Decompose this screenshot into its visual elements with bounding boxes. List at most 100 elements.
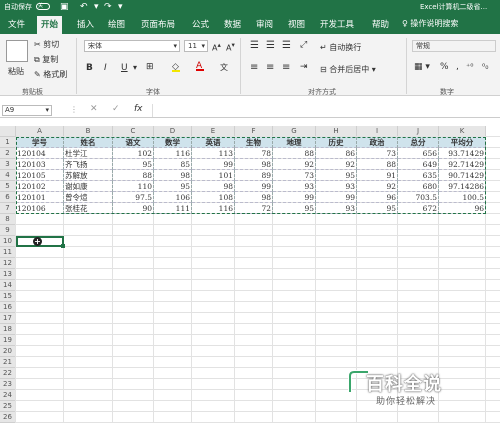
table-cell[interactable]: 92	[357, 181, 398, 192]
table-cell[interactable]: 97.14286	[439, 181, 486, 192]
row-header-23[interactable]: 23	[0, 379, 16, 390]
table-header-cell[interactable]: 政治	[357, 137, 398, 148]
table-header-cell[interactable]: 生物	[235, 137, 273, 148]
table-cell[interactable]: 108	[192, 192, 235, 203]
formula-input[interactable]	[152, 104, 498, 117]
align-bottom-icon[interactable]: ☰	[282, 40, 291, 51]
underline-button[interactable]: U	[121, 63, 128, 73]
table-cell[interactable]: 72	[235, 203, 273, 214]
tab-formulas[interactable]: 公式	[192, 18, 209, 30]
row-header-22[interactable]: 22	[0, 368, 16, 379]
row-header-11[interactable]: 11	[0, 247, 16, 258]
underline-dropdown-icon[interactable]: ▾	[133, 63, 137, 72]
row-header-5[interactable]: 5	[0, 181, 16, 192]
table-cell[interactable]: 120106	[16, 203, 64, 214]
table-cell[interactable]: 102	[113, 148, 154, 159]
copy-button[interactable]: ⧉ 复制	[34, 54, 58, 65]
row-header-15[interactable]: 15	[0, 291, 16, 302]
autosave-toggle[interactable]: 关	[36, 3, 50, 10]
cut-button[interactable]: ✂ 剪切	[34, 39, 59, 50]
number-format-select[interactable]: 常规	[412, 40, 496, 52]
decrease-font-button[interactable]: A▾	[226, 41, 235, 53]
table-cell[interactable]: 93.71429	[439, 148, 486, 159]
tab-data[interactable]: 数据	[224, 18, 241, 30]
table-header-cell[interactable]: 平均分	[439, 137, 486, 148]
tab-view[interactable]: 视图	[288, 18, 305, 30]
table-cell[interactable]: 95	[316, 170, 357, 181]
decrease-decimal-icon[interactable]: ⁰₀	[482, 62, 488, 71]
row-header-7[interactable]: 7	[0, 203, 16, 214]
table-cell[interactable]: 680	[398, 181, 439, 192]
font-color-icon[interactable]: A	[196, 61, 204, 71]
table-cell[interactable]: 97.5	[113, 192, 154, 203]
merge-center-button[interactable]: ⊟ 合并后居中 ▾	[320, 64, 376, 75]
row-header-24[interactable]: 24	[0, 390, 16, 401]
row-header-20[interactable]: 20	[0, 346, 16, 357]
table-cell[interactable]: 98	[192, 181, 235, 192]
increase-decimal-icon[interactable]: ⁺⁰	[466, 62, 473, 71]
table-cell[interactable]: 99	[316, 192, 357, 203]
table-cell[interactable]: 98	[235, 159, 273, 170]
row-header-25[interactable]: 25	[0, 401, 16, 412]
enter-icon[interactable]: ✓	[112, 104, 120, 114]
table-cell[interactable]: 120105	[16, 170, 64, 181]
row-header-6[interactable]: 6	[0, 192, 16, 203]
paste-button[interactable]: 粘贴	[8, 66, 24, 77]
table-cell[interactable]: 杜学江	[64, 148, 113, 159]
align-middle-icon[interactable]: ☰	[266, 40, 275, 51]
table-cell[interactable]: 曾令煊	[64, 192, 113, 203]
tab-developer[interactable]: 开发工具	[320, 18, 354, 30]
insert-function-button[interactable]: fx	[134, 104, 143, 114]
row-header-26[interactable]: 26	[0, 412, 16, 423]
table-cell[interactable]: 78	[235, 148, 273, 159]
table-cell[interactable]: 95	[154, 181, 192, 192]
table-cell[interactable]: 649	[398, 159, 439, 170]
table-cell[interactable]: 90	[113, 203, 154, 214]
table-cell[interactable]: 98	[235, 192, 273, 203]
row-header-14[interactable]: 14	[0, 280, 16, 291]
table-cell[interactable]: 116	[192, 203, 235, 214]
row-header-19[interactable]: 19	[0, 335, 16, 346]
row-header-21[interactable]: 21	[0, 357, 16, 368]
tab-help[interactable]: 帮助	[372, 18, 389, 30]
currency-format-icon[interactable]: ▦ ▾	[414, 62, 430, 72]
table-cell[interactable]: 85	[154, 159, 192, 170]
paste-icon[interactable]	[6, 40, 28, 62]
table-cell[interactable]: 98	[154, 170, 192, 181]
redo-icon[interactable]: ↷	[104, 0, 112, 14]
table-cell[interactable]: 95	[113, 159, 154, 170]
table-cell[interactable]: 96	[357, 192, 398, 203]
fill-handle[interactable]	[61, 244, 65, 248]
table-cell[interactable]: 93	[316, 203, 357, 214]
table-header-cell[interactable]: 语文	[113, 137, 154, 148]
table-cell[interactable]: 73	[357, 148, 398, 159]
table-cell[interactable]: 95	[273, 203, 316, 214]
table-cell[interactable]: 113	[192, 148, 235, 159]
table-cell[interactable]: 120101	[16, 192, 64, 203]
table-cell[interactable]: 110	[113, 181, 154, 192]
table-cell[interactable]: 93	[273, 181, 316, 192]
table-cell[interactable]: 120103	[16, 159, 64, 170]
table-header-cell[interactable]: 地理	[273, 137, 316, 148]
row-header-18[interactable]: 18	[0, 324, 16, 335]
table-header-cell[interactable]: 历史	[316, 137, 357, 148]
table-cell[interactable]: 95	[357, 203, 398, 214]
name-box[interactable]: A9 ▾	[2, 105, 52, 116]
row-header-10[interactable]: 10	[0, 236, 16, 247]
table-cell[interactable]: 106	[154, 192, 192, 203]
align-center-icon[interactable]: ≡	[266, 62, 274, 73]
save-icon[interactable]: ▣	[60, 0, 69, 14]
font-size-select[interactable]: 11 ▾	[184, 40, 208, 52]
row-header-17[interactable]: 17	[0, 313, 16, 324]
table-cell[interactable]: 苏解放	[64, 170, 113, 181]
comma-style-icon[interactable]: ,	[456, 62, 459, 72]
tab-page-layout[interactable]: 页面布局	[141, 18, 175, 30]
bold-button[interactable]: B	[86, 63, 93, 73]
table-cell[interactable]: 120102	[16, 181, 64, 192]
table-cell[interactable]: 齐飞扬	[64, 159, 113, 170]
italic-button[interactable]: I	[104, 63, 107, 73]
align-left-icon[interactable]: ≡	[250, 62, 258, 73]
table-cell[interactable]: 99	[235, 181, 273, 192]
table-cell[interactable]: 88	[113, 170, 154, 181]
table-cell[interactable]: 635	[398, 170, 439, 181]
